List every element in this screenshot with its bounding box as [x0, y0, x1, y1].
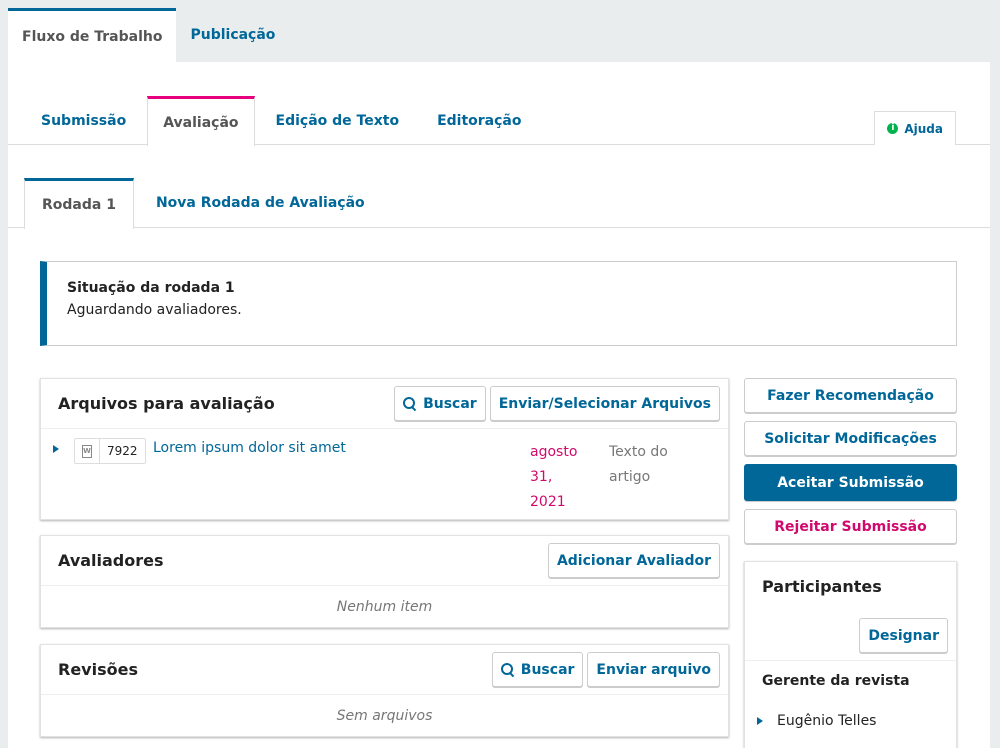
workflow-top-tabs: Fluxo de Trabalho Publicação	[8, 8, 289, 62]
workflow-panel: Submissão Avaliação Edição de Texto Edit…	[8, 62, 990, 748]
participant-group-name: Gerente da revista	[762, 673, 910, 689]
participants-divider	[745, 660, 956, 661]
round-status-title: Situação da rodada 1	[67, 280, 235, 296]
table-row: W 7922 Lorem ipsum dolor sit amet agosto…	[41, 429, 728, 519]
participants-title: Participantes	[762, 577, 882, 596]
request-revisions-button[interactable]: Solicitar Modificações	[744, 421, 957, 456]
file-name-link[interactable]: Lorem ipsum dolor sit amet	[153, 440, 346, 456]
add-reviewer-button[interactable]: Adicionar Avaliador	[547, 543, 720, 578]
file-genre: Texto do artigo	[609, 440, 699, 490]
tab-new-review-round[interactable]: Nova Rodada de Avaliação	[134, 178, 387, 228]
stage-tabs: Submissão Avaliação Edição de Texto Edit…	[8, 96, 990, 146]
search-files-label: Buscar	[423, 395, 477, 412]
search-revisions-button[interactable]: Buscar	[491, 652, 584, 687]
search-icon	[403, 396, 417, 411]
revisions-header: Revisões Buscar Enviar arquivo	[41, 645, 728, 695]
help-button[interactable]: i Ajuda	[874, 111, 956, 145]
review-files-title: Arquivos para avaliação	[58, 394, 275, 413]
help-label: Ajuda	[904, 121, 943, 136]
search-files-button[interactable]: Buscar	[394, 386, 486, 421]
reviewers-title: Avaliadores	[58, 551, 164, 570]
file-date-day: 31,	[530, 469, 553, 485]
search-icon	[500, 662, 515, 677]
tab-workflow[interactable]: Fluxo de Trabalho	[8, 8, 177, 62]
tab-review[interactable]: Avaliação	[147, 96, 255, 146]
tab-publication[interactable]: Publicação	[176, 8, 289, 62]
revisions-title: Revisões	[58, 660, 138, 679]
expand-arrow-icon[interactable]	[53, 445, 59, 453]
file-badge: W 7922	[74, 438, 146, 464]
upload-file-button[interactable]: Enviar arquivo	[587, 652, 720, 687]
review-files-header: Arquivos para avaliação Buscar Enviar/Se…	[41, 379, 728, 429]
upload-select-files-button[interactable]: Enviar/Selecionar Arquivos	[489, 386, 720, 421]
file-date-month: agosto	[530, 444, 578, 460]
file-genre-line-1: Texto do	[609, 444, 668, 460]
word-document-icon: W	[75, 439, 100, 463]
participants-panel: Participantes Designar Gerente da revist…	[744, 561, 957, 748]
info-icon: i	[887, 123, 899, 134]
tab-round-1[interactable]: Rodada 1	[24, 178, 134, 229]
tab-copyediting[interactable]: Edição de Texto	[257, 96, 419, 145]
file-genre-line-2: artigo	[609, 469, 651, 485]
round-tabs: Rodada 1 Nova Rodada de Avaliação	[8, 178, 990, 229]
accept-submission-button[interactable]: Aceitar Submissão	[744, 464, 957, 501]
review-files-actions: Buscar Enviar/Selecionar Arquivos	[394, 386, 720, 421]
expand-arrow-icon[interactable]	[757, 717, 763, 725]
editorial-decisions: Fazer Recomendação Solicitar Modificaçõe…	[744, 378, 957, 552]
tab-submission[interactable]: Submissão	[22, 96, 145, 145]
revisions-actions: Buscar Enviar arquivo	[491, 652, 720, 687]
make-recommendation-button[interactable]: Fazer Recomendação	[744, 378, 957, 413]
reviewers-header: Avaliadores Adicionar Avaliador	[41, 536, 728, 586]
revisions-empty-message: Sem arquivos	[336, 707, 433, 724]
review-files-grid: Arquivos para avaliação Buscar Enviar/Se…	[40, 378, 729, 520]
round-status-text: Aguardando avaliadores.	[67, 302, 242, 318]
tab-production[interactable]: Editoração	[418, 96, 540, 145]
reviewers-grid: Avaliadores Adicionar Avaliador Nenhum i…	[40, 535, 729, 628]
assign-participant-button[interactable]: Designar	[859, 618, 948, 653]
reviewers-empty-message: Nenhum item	[336, 598, 433, 615]
file-date-year: 2021	[530, 494, 566, 510]
search-revisions-label: Buscar	[520, 661, 575, 678]
file-id: 7922	[107, 444, 138, 458]
participant-item[interactable]: Eugênio Telles	[757, 713, 876, 729]
round-status-notice: Situação da rodada 1 Aguardando avaliado…	[40, 261, 957, 346]
participant-name: Eugênio Telles	[777, 713, 877, 729]
decline-submission-button[interactable]: Rejeitar Submissão	[744, 509, 957, 544]
file-date: agosto 31, 2021	[530, 440, 590, 515]
revisions-grid: Revisões Buscar Enviar arquivo Sem arqui…	[40, 644, 729, 737]
reviewers-actions: Adicionar Avaliador	[547, 543, 720, 578]
